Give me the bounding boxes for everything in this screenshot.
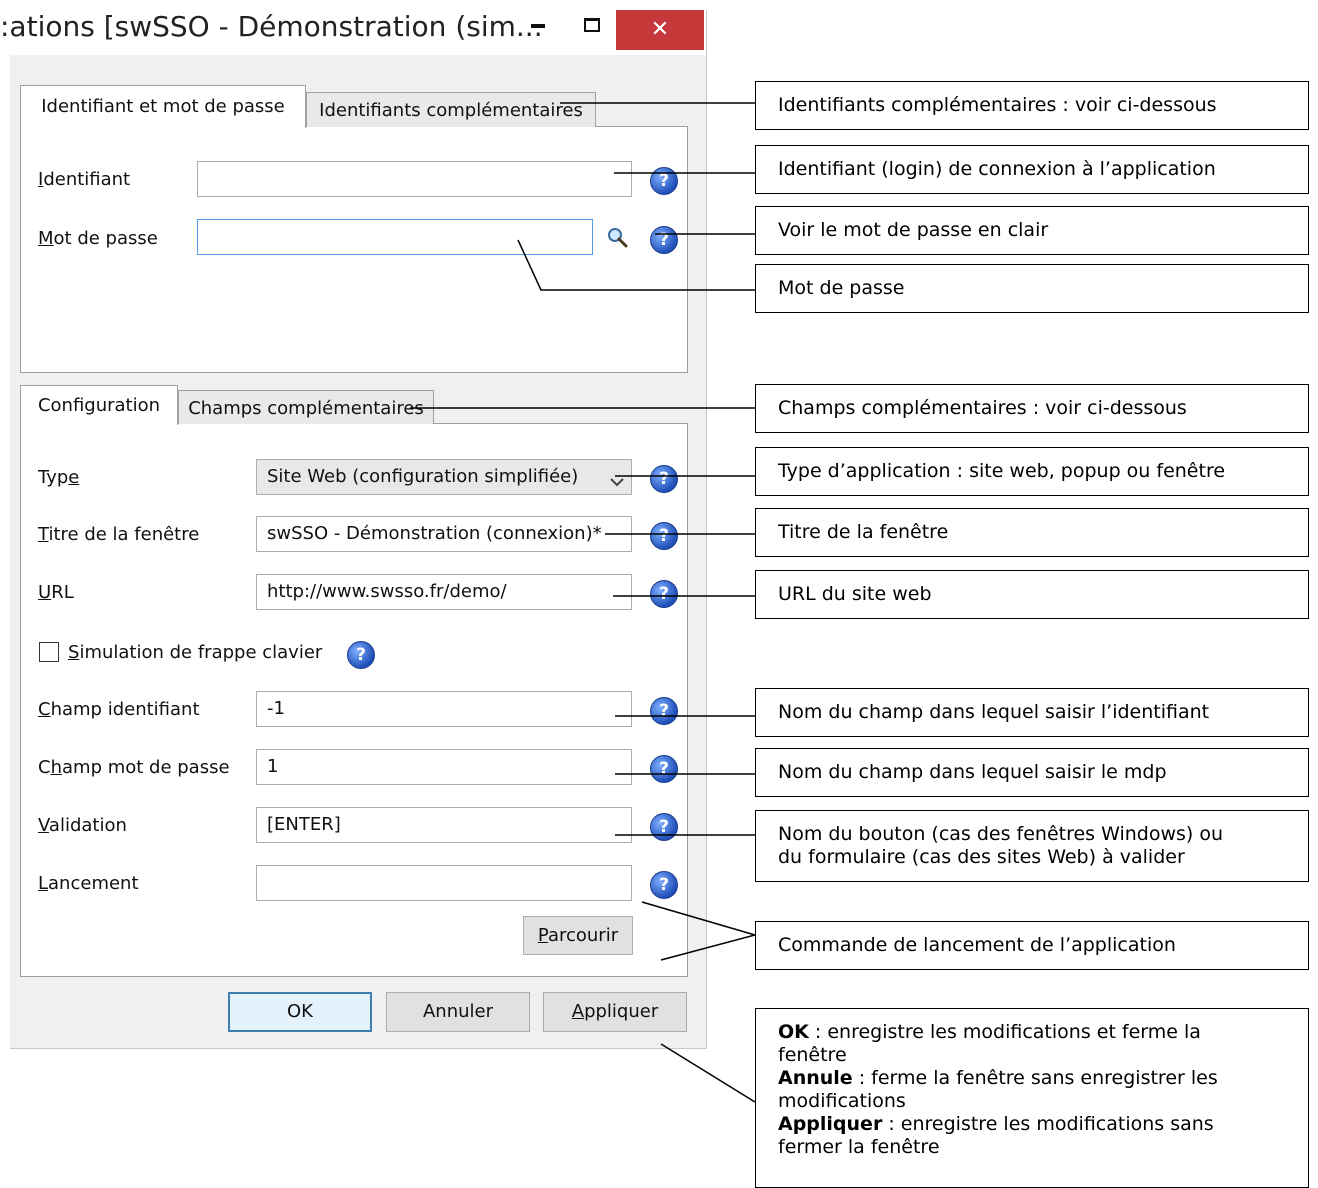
help-icon-type[interactable]: ? (650, 465, 678, 493)
validation-input[interactable]: [ENTER] (256, 807, 632, 843)
callout-nom-bouton-line-2: du formulaire (cas des sites Web) à vali… (778, 846, 1185, 868)
callout-identifiant: Identifiant (login) de connexion à l’app… (755, 145, 1309, 194)
callout-mot-de-passe: Mot de passe (755, 264, 1309, 313)
type-select[interactable]: Site Web (configuration simplifiée) (256, 459, 632, 495)
champ-identifiant-input[interactable]: -1 (256, 691, 632, 727)
identifiant-input[interactable] (197, 161, 632, 197)
titre-fenetre-label: Titre de la fenêtre (38, 524, 200, 545)
show-password-search-icon[interactable] (606, 226, 630, 250)
apply-button[interactable]: Appliquer (543, 992, 687, 1032)
tab-identifiants-complementaires[interactable]: Identifiants complémentaires (306, 92, 596, 127)
help-icon-identifiant[interactable]: ? (650, 167, 678, 195)
minimize-button[interactable] (518, 14, 558, 44)
help-icon-champ-identifiant[interactable]: ? (650, 697, 678, 725)
close-icon: ✕ (650, 17, 670, 42)
callout-annule-bold: Annule (778, 1067, 853, 1089)
simulation-label: Simulation de frappe clavier (68, 642, 323, 663)
callout-appliquer-text-2: fermer la fenêtre (778, 1136, 940, 1158)
ok-button[interactable]: OK (228, 992, 372, 1032)
callout-commande-lancement: Commande de lancement de l’application (755, 921, 1309, 970)
minimize-icon (531, 24, 545, 28)
cancel-button[interactable]: Annuler (386, 992, 530, 1032)
simulation-checkbox[interactable] (39, 642, 59, 662)
window-title: :ations [swSSO - Démonstration (sim... (0, 10, 543, 43)
type-select-value: Site Web (configuration simplifiée) (267, 466, 579, 487)
callout-ok-bold: OK (778, 1021, 809, 1043)
tab-champs-complementaires[interactable]: Champs complémentaires (178, 390, 434, 424)
callout-ok-text-1: : enregistre les modifications et ferme … (808, 1021, 1201, 1043)
callout-voir-mot-de-passe: Voir le mot de passe en clair (755, 206, 1309, 255)
help-icon-mot-de-passe[interactable]: ? (650, 226, 678, 254)
identifiant-label: Identifiant (38, 169, 131, 190)
titre-fenetre-input[interactable]: swSSO - Démonstration (connexion)* (256, 516, 632, 552)
validation-label: Validation (38, 815, 127, 836)
callout-appliquer-text-1: : enregistre les modifications sans (882, 1113, 1214, 1135)
title-bar: :ations [swSSO - Démonstration (sim... ✕ (0, 0, 706, 55)
chevron-down-icon (610, 472, 624, 487)
maximize-button[interactable] (576, 14, 610, 44)
help-icon-titre[interactable]: ? (650, 522, 678, 550)
help-icon-lancement[interactable]: ? (650, 871, 678, 899)
tab-identifiant-mot-de-passe[interactable]: Identifiant et mot de passe (20, 85, 306, 128)
champ-mot-de-passe-label: Champ mot de passe (38, 757, 230, 778)
callout-annule-text-1: : ferme la fenêtre sans enregistrer les (852, 1067, 1218, 1089)
lancement-label: Lancement (38, 873, 139, 894)
maximize-icon (584, 18, 600, 32)
callout-url: URL du site web (755, 570, 1309, 619)
help-icon-champ-mot-de-passe[interactable]: ? (650, 755, 678, 783)
callout-buttons-explanation: OK : enregistre les modifications et fer… (755, 1008, 1309, 1188)
callout-identifiants-complementaires: Identifiants complémentaires : voir ci-d… (755, 81, 1309, 130)
champ-identifiant-label: Champ identifiant (38, 699, 200, 720)
champ-mot-de-passe-input[interactable]: 1 (256, 749, 632, 785)
tab-configuration[interactable]: Configuration (20, 385, 178, 425)
url-label: URL (38, 582, 74, 603)
browse-button[interactable]: Parcourir (523, 916, 633, 955)
type-label: Type (38, 467, 80, 488)
callout-annule-text-2: modifications (778, 1090, 906, 1112)
callout-type: Type d’application : site web, popup ou … (755, 447, 1309, 496)
lancement-input[interactable] (256, 865, 632, 901)
callout-nom-champ-identifiant: Nom du champ dans lequel saisir l’identi… (755, 688, 1309, 737)
callout-nom-bouton: Nom du bouton (cas des fenêtres Windows)… (755, 810, 1309, 882)
close-button[interactable]: ✕ (616, 10, 704, 50)
callout-nom-champ-mdp: Nom du champ dans lequel saisir le mdp (755, 748, 1309, 797)
help-icon-validation[interactable]: ? (650, 813, 678, 841)
help-icon-simulation[interactable]: ? (347, 641, 375, 669)
help-icon-url[interactable]: ? (650, 580, 678, 608)
callout-champs-complementaires: Champs complémentaires : voir ci-dessous (755, 384, 1309, 433)
mot-de-passe-input[interactable] (197, 219, 593, 255)
mot-de-passe-label: Mot de passe (38, 228, 158, 249)
callout-nom-bouton-line-1: Nom du bouton (cas des fenêtres Windows)… (778, 823, 1224, 845)
url-input[interactable]: http://www.swsso.fr/demo/ (256, 574, 632, 610)
callout-ok-text-2: fenêtre (778, 1044, 847, 1066)
callout-appliquer-bold: Appliquer (778, 1113, 883, 1135)
callout-titre-fenetre: Titre de la fenêtre (755, 508, 1309, 557)
